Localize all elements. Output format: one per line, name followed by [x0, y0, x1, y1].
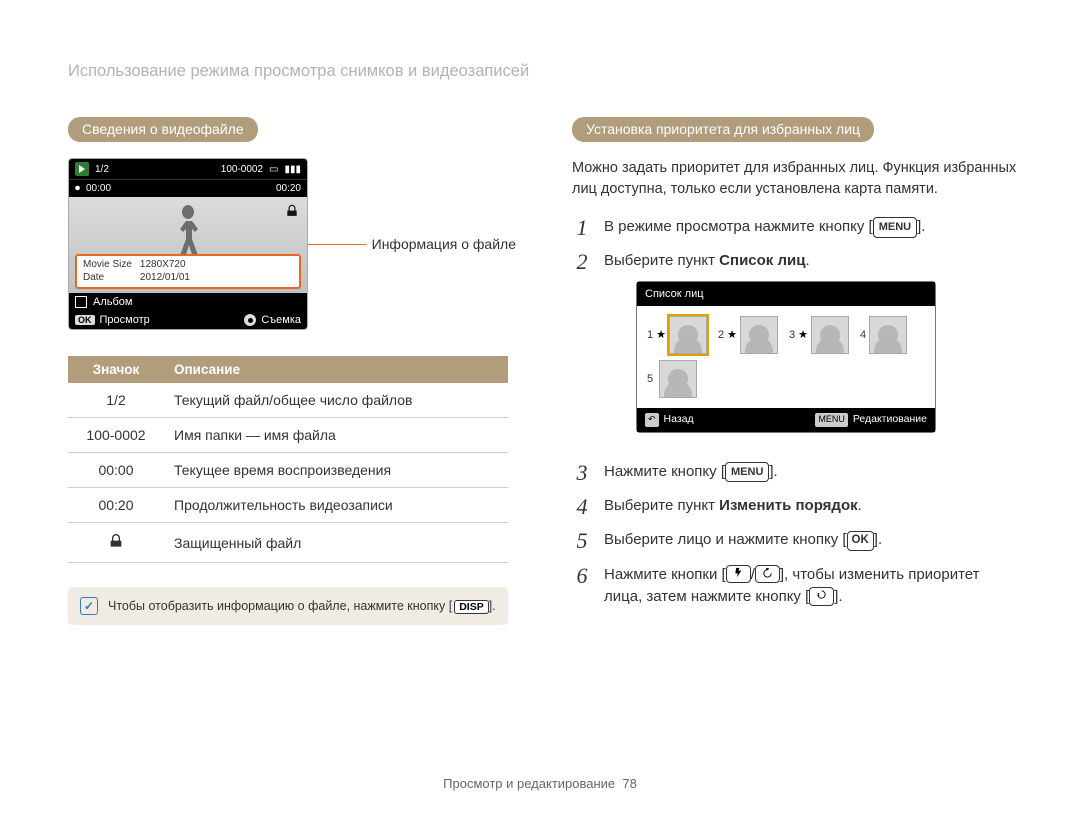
table-row: 00:00 Текущее время воспроизведения [68, 453, 508, 488]
card-icon: ▭ [269, 164, 278, 175]
page-footer: Просмотр и редактирование 78 [0, 776, 1080, 791]
face-thumb [869, 316, 907, 354]
face-list-title: Список лиц [637, 282, 935, 307]
timer-icon [755, 565, 780, 584]
section-title-video-info: Сведения о видеофайле [68, 117, 258, 142]
callout-label: Информация о файле [372, 236, 516, 252]
step-6: Нажмите кнопки [/], чтобы изменить приор… [604, 564, 1020, 609]
info-table: Значок Описание 1/2 Текущий файл/общее ч… [68, 356, 508, 563]
view-label: Просмотр [100, 314, 150, 326]
face-list-mock: Список лиц 1★ 2★ 3★ 4 5 ↶Назад MENUРе [636, 281, 936, 433]
section-title-face-priority: Установка приоритета для избранных лиц [572, 117, 874, 142]
elapsed-time: 00:00 [86, 183, 111, 194]
face-thumb [740, 316, 778, 354]
lock-icon [108, 535, 124, 552]
file-info-overlay: Movie Size 1280X720 Date 2012/01/01 [75, 254, 301, 289]
album-label: Альбом [93, 296, 132, 308]
video-file-mock: 1/2 100-0002 ▭ ▮▮▮ ⏺ 00:00 [68, 158, 308, 330]
th-desc: Описание [164, 356, 508, 383]
table-row: 00:20 Продолжительность видеозаписи [68, 488, 508, 523]
face-thumb [669, 316, 707, 354]
face-thumb [811, 316, 849, 354]
step-2: Выберите пункт Список лиц. Список лиц 1★… [604, 250, 1020, 451]
folder-file-number: 100-0002 [221, 164, 263, 175]
callout-line [308, 244, 366, 245]
duration-time: 00:20 [276, 183, 301, 194]
battery-icon: ▮▮▮ [284, 164, 301, 175]
shoot-icon [244, 314, 256, 326]
menu-badge: MENU [725, 462, 769, 483]
back-icon: ↶ [645, 413, 659, 427]
ok-badge: OK [75, 315, 95, 325]
note-box: ✓ Чтобы отобразить информацию о файле, н… [68, 587, 508, 625]
menu-mini-badge: MENU [815, 413, 848, 427]
edit-label: Редактиование [853, 412, 927, 428]
step-1: В режиме просмотра нажмите кнопку [MENU]… [604, 216, 1020, 239]
ok-badge: OK [847, 531, 874, 550]
file-counter: 1/2 [95, 164, 109, 175]
play-icon [75, 162, 89, 176]
table-row: Защищенный файл [68, 523, 508, 563]
shoot-label: Съемка [261, 314, 301, 326]
step-3: Нажмите кнопку [MENU]. [604, 461, 1020, 484]
step-4: Выберите пункт Изменить порядок. [604, 495, 1020, 518]
disp-badge: DISP [454, 600, 489, 614]
note-text: Чтобы отобразить информацию о файле, наж… [108, 599, 496, 614]
steps-list: В режиме просмотра нажмите кнопку [MENU]… [572, 216, 1020, 609]
face-thumb [659, 360, 697, 398]
table-row: 100-0002 Имя папки — имя файла [68, 418, 508, 453]
back-label: Назад [664, 412, 694, 428]
return-icon [809, 587, 834, 606]
flash-icon [726, 565, 751, 584]
album-icon [75, 296, 87, 308]
table-row: 1/2 Текущий файл/общее число файлов [68, 383, 508, 418]
step-5: Выберите лицо и нажмите кнопку [OK]. [604, 529, 1020, 552]
page-title: Использование режима просмотра снимков и… [68, 62, 1020, 81]
rec-icon: ⏺ [75, 183, 80, 194]
info-icon: ✓ [80, 597, 98, 615]
th-icon: Значок [68, 356, 164, 383]
menu-badge: MENU [873, 217, 917, 238]
intro-text: Можно задать приоритет для избранных лиц… [572, 158, 1020, 200]
lock-icon [285, 203, 299, 220]
